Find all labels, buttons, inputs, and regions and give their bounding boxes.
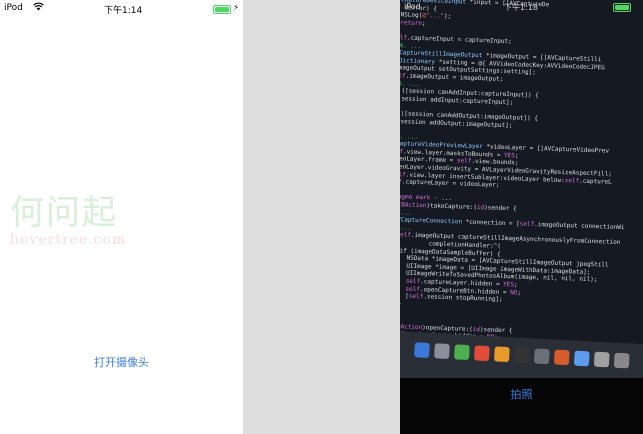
carrier-label-right: iPod [404,2,421,11]
wifi-icon [33,2,44,14]
open-camera-button[interactable]: 打开摄像头 [0,354,243,370]
status-bar-right: iPod 下午1:18 [400,0,643,14]
watermark-title: 何问起 [10,193,118,233]
camera-preview-image: AVCaptureDeviceInput *input = [[AVCaptur… [400,0,625,356]
right-phone-screen: AVCaptureDeviceInput *input = [[AVCaptur… [400,0,643,434]
left-phone-screen: iPod 下午1:14 ⚡ 何问起 hovertree.com 打开摄像头 [0,0,243,434]
carrier-label: iPod [4,3,23,13]
watermark: 何问起 hovertree.com [10,185,230,248]
status-time-right: 下午1:18 [504,3,538,12]
camera-preview: AVCaptureDeviceInput *input = [[AVCaptur… [400,0,643,378]
divider-gap [243,0,400,434]
take-photo-button[interactable]: 拍照 [400,386,643,402]
charging-icon: ⚡ [233,3,239,12]
watermark-subtitle: hovertree.com [10,232,127,248]
battery-icon-right [613,3,631,12]
battery-icon [213,5,231,14]
status-bar: iPod 下午1:14 ⚡ [0,0,243,18]
status-time: 下午1:14 [104,6,143,16]
